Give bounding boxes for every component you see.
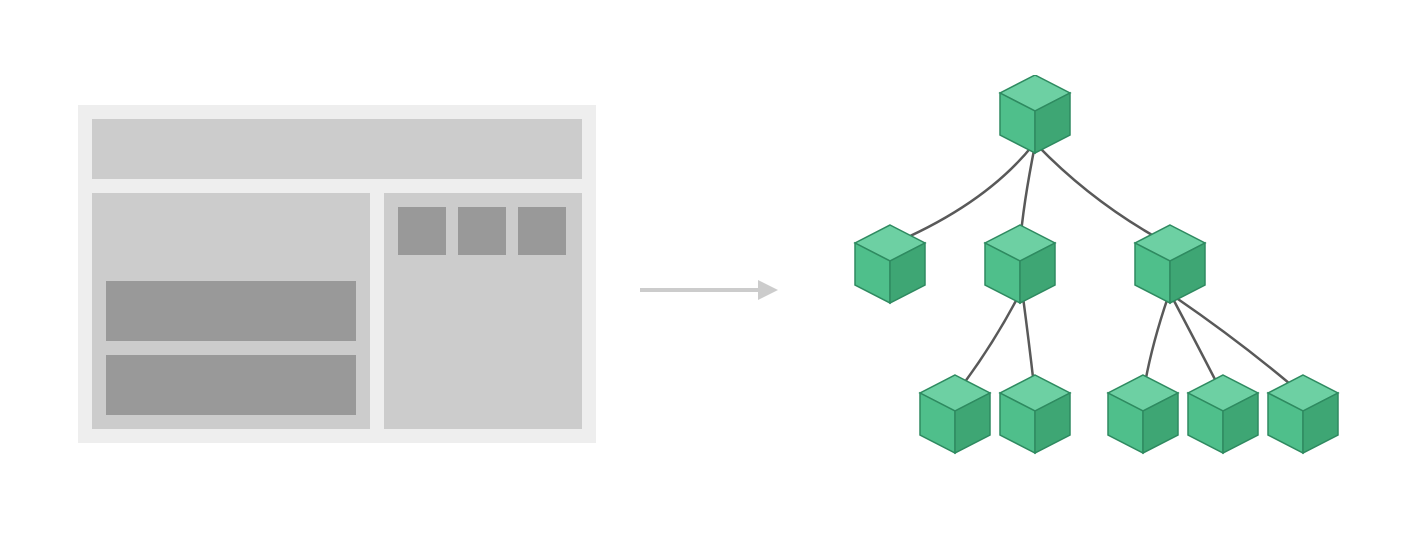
wireframe-side-block	[458, 207, 506, 255]
tree-node	[1000, 375, 1070, 453]
wireframe-main-panel	[92, 193, 370, 429]
component-tree	[805, 75, 1345, 495]
tree-node	[1188, 375, 1258, 453]
tree-node	[1268, 375, 1338, 453]
arrow-right-icon	[640, 275, 780, 305]
tree-node	[985, 225, 1055, 303]
wireframe-body	[92, 193, 582, 429]
wireframe-side-block	[518, 207, 566, 255]
tree-node	[1135, 225, 1205, 303]
tree-node-root	[1000, 75, 1070, 153]
diagram-canvas	[0, 0, 1406, 544]
wireframe-side-block	[398, 207, 446, 255]
tree-node	[1108, 375, 1178, 453]
wireframe-header	[92, 119, 582, 179]
wireframe-side-panel	[384, 193, 582, 429]
wireframe-main-block	[106, 281, 356, 341]
wireframe-layout	[78, 105, 596, 443]
wireframe-main-block	[106, 355, 356, 415]
tree-node	[855, 225, 925, 303]
tree-node	[920, 375, 990, 453]
